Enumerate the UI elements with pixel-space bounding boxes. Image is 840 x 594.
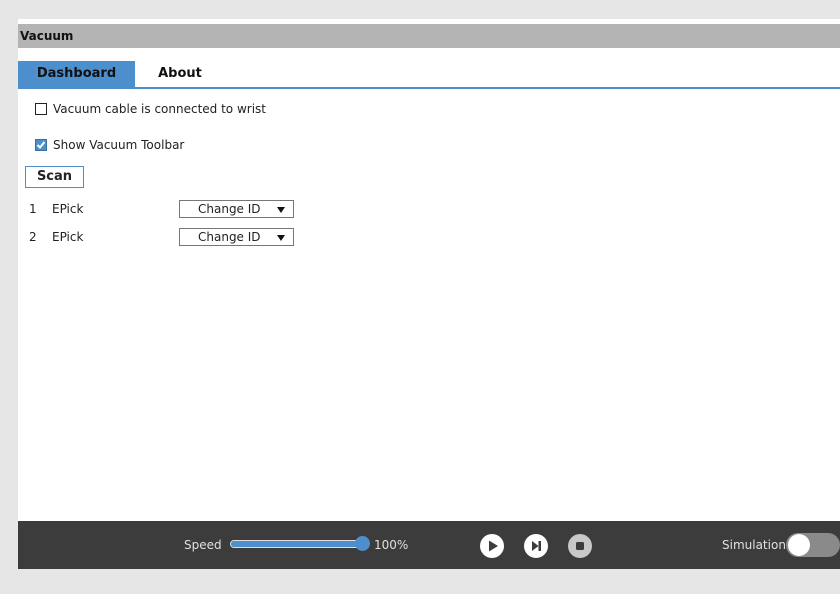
play-button[interactable] — [480, 534, 504, 558]
control-footer: Speed 100% Simulation — [18, 521, 840, 569]
step-forward-icon — [532, 541, 541, 551]
device-name: EPick — [52, 230, 84, 244]
show-toolbar-option[interactable]: Show Vacuum Toolbar — [35, 137, 184, 153]
device-index: 2 — [29, 230, 37, 244]
device-name: EPick — [52, 202, 84, 216]
stop-icon — [576, 542, 584, 550]
stop-button[interactable] — [568, 534, 592, 558]
simulation-label: Simulation — [722, 538, 786, 552]
change-id-label: Change ID — [198, 230, 261, 244]
dropdown-arrow-icon — [277, 207, 285, 213]
speed-slider[interactable] — [230, 540, 365, 548]
device-row: 2 EPick Change ID — [29, 228, 299, 246]
show-toolbar-label: Show Vacuum Toolbar — [53, 138, 185, 152]
cable-connected-option[interactable]: Vacuum cable is connected to wrist — [35, 101, 266, 117]
speed-slider-thumb[interactable] — [355, 536, 370, 551]
cable-connected-checkbox[interactable] — [35, 103, 47, 115]
left-margin — [0, 19, 18, 594]
change-id-dropdown[interactable]: Change ID — [179, 200, 294, 218]
speed-value: 100% — [374, 538, 409, 552]
checkmark-icon — [36, 141, 46, 149]
tab-bar: Dashboard About — [18, 61, 840, 89]
scan-button[interactable]: Scan — [25, 166, 84, 188]
panel-title: Vacuum — [18, 24, 840, 48]
change-id-label: Change ID — [198, 202, 261, 216]
play-icon — [489, 540, 498, 552]
vacuum-panel: Vacuum Dashboard About Vacuum cable is c… — [18, 19, 840, 569]
cable-connected-label: Vacuum cable is connected to wrist — [53, 102, 266, 116]
show-toolbar-checkbox[interactable] — [35, 139, 47, 151]
simulation-toggle-knob — [788, 534, 810, 556]
simulation-toggle[interactable] — [786, 533, 840, 557]
device-index: 1 — [29, 202, 37, 216]
tab-dashboard[interactable]: Dashboard — [18, 61, 135, 87]
dropdown-arrow-icon — [277, 235, 285, 241]
speed-label: Speed — [184, 538, 222, 552]
tab-about[interactable]: About — [135, 61, 225, 87]
device-row: 1 EPick Change ID — [29, 200, 299, 218]
step-button[interactable] — [524, 534, 548, 558]
change-id-dropdown[interactable]: Change ID — [179, 228, 294, 246]
speed-slider-fill — [231, 541, 364, 547]
